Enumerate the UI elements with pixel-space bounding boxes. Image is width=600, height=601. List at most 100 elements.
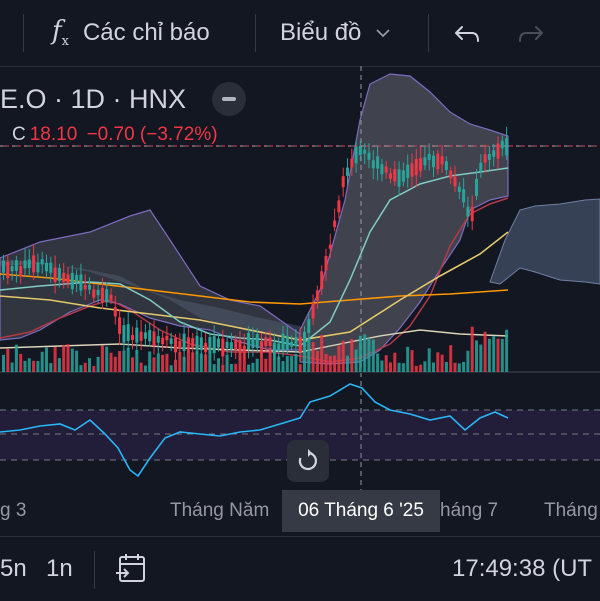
volume-bar xyxy=(126,347,130,372)
volume-bar xyxy=(453,362,457,372)
candle-body xyxy=(96,289,100,296)
redo-button[interactable] xyxy=(516,0,546,66)
candle-body xyxy=(440,156,444,165)
candle-body xyxy=(79,274,83,291)
close-value: 18.10 xyxy=(29,124,78,145)
candle-body xyxy=(294,336,298,346)
volume-bar xyxy=(479,344,483,372)
volume-bar xyxy=(350,339,354,372)
volume-bar xyxy=(298,364,302,372)
volume-bar xyxy=(174,359,177,372)
candle-body xyxy=(75,274,79,283)
undo-icon xyxy=(455,26,479,42)
candle-body xyxy=(6,261,10,279)
volume-bar xyxy=(462,361,466,372)
candle-body xyxy=(414,158,418,176)
volume-bar xyxy=(122,350,126,372)
volume-bar xyxy=(419,364,423,372)
indicators-button[interactable]: fx Các chỉ báo xyxy=(52,0,210,66)
volume-bar xyxy=(221,364,225,372)
candle-body xyxy=(466,206,470,217)
interval-5n-button[interactable]: 5n xyxy=(0,537,27,601)
candle-body xyxy=(66,274,70,284)
candle-body xyxy=(462,189,466,203)
volume-bar xyxy=(380,360,384,372)
date-range-button[interactable] xyxy=(114,537,148,601)
candle-body xyxy=(229,342,233,350)
volume-bar xyxy=(341,340,345,372)
toolbar-separator xyxy=(428,14,429,52)
toolbar-separator xyxy=(255,14,256,52)
time-axis-label: Tháng Năm xyxy=(170,500,270,521)
candle-body xyxy=(62,272,66,283)
volume-bar xyxy=(436,352,440,372)
candle-body xyxy=(376,156,380,169)
volume-bar xyxy=(32,360,36,372)
candle-body xyxy=(135,327,139,343)
volume-bar xyxy=(152,357,156,372)
symbol-legend[interactable]: E.O · 1D · HNX xyxy=(0,82,247,116)
candle-body xyxy=(10,266,14,272)
change-value: −0.70 (−3.72%) xyxy=(86,124,218,145)
candle-body xyxy=(341,176,345,188)
volume-bar xyxy=(118,351,122,372)
interval-5n-label: 5n xyxy=(0,555,27,582)
chart-type-button[interactable]: Biểu đồ xyxy=(280,0,391,66)
candle-body xyxy=(70,272,74,290)
volume-bar xyxy=(100,345,104,372)
volume-bar xyxy=(307,338,311,372)
candle-body xyxy=(449,170,453,179)
undo-button[interactable] xyxy=(452,0,482,66)
candle-body xyxy=(371,160,375,169)
volume-bar xyxy=(496,338,500,372)
volume-bar xyxy=(62,344,66,372)
top-toolbar: fx Các chỉ báo Biểu đồ xyxy=(0,0,600,67)
candle-body xyxy=(251,338,255,348)
volume-bar xyxy=(363,334,367,372)
candle-body xyxy=(337,200,341,213)
volume-bar xyxy=(247,364,251,372)
candle-body xyxy=(427,154,431,160)
reset-chart-button[interactable] xyxy=(287,440,329,482)
chevron-down-icon xyxy=(376,29,391,38)
volume-bar xyxy=(79,365,83,372)
time-axis-label: g 3 xyxy=(0,500,27,521)
candle-body xyxy=(290,341,294,347)
candle-body xyxy=(100,287,104,303)
volume-bar xyxy=(169,365,173,372)
function-fx-icon: fx xyxy=(52,16,69,50)
volume-bar xyxy=(161,354,165,372)
candle-body xyxy=(333,220,337,228)
candle-body xyxy=(36,262,40,273)
volume-bar xyxy=(354,349,358,372)
volume-bar xyxy=(444,362,448,372)
candle-body xyxy=(191,338,195,348)
close-label: C xyxy=(12,124,26,145)
clock-timezone[interactable]: 17:49:38 (UT xyxy=(452,537,592,601)
candle-body xyxy=(122,325,126,343)
volume-bar xyxy=(320,335,324,372)
clock-text: 17:49:38 (UT xyxy=(452,555,593,582)
candle-body xyxy=(143,332,147,339)
volume-bar xyxy=(449,345,453,372)
candle-body xyxy=(354,146,358,164)
candle-body xyxy=(165,335,169,341)
candle-body xyxy=(298,336,302,352)
collapse-legend-icon[interactable] xyxy=(212,82,247,116)
volume-bar xyxy=(487,338,491,372)
candle-body xyxy=(500,140,504,149)
time-axis-label: Tháng xyxy=(544,500,598,521)
volume-bar xyxy=(6,348,10,372)
candle-body xyxy=(285,335,289,350)
candle-body xyxy=(281,333,285,350)
volume-bar xyxy=(414,365,418,372)
candle-body xyxy=(204,342,208,353)
volume-bar xyxy=(156,353,160,372)
volume-bar xyxy=(393,352,397,372)
candle-body xyxy=(118,317,122,334)
candle-body xyxy=(19,266,23,277)
candle-body xyxy=(49,262,53,273)
volume-bar xyxy=(324,353,328,372)
interval-1n-button[interactable]: 1n xyxy=(46,537,73,601)
bottombar-separator xyxy=(94,551,95,589)
